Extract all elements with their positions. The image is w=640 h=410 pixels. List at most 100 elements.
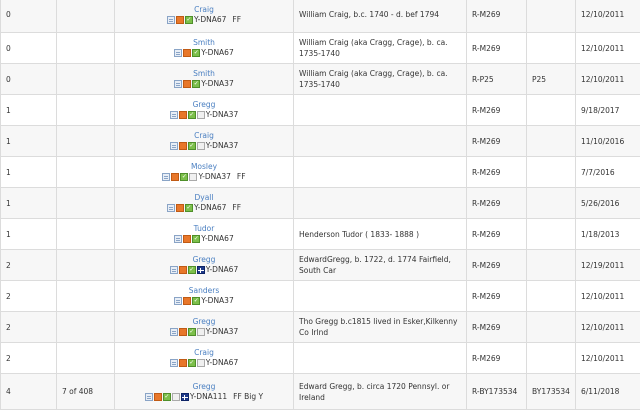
flag-icon[interactable] <box>197 266 205 274</box>
check-icon[interactable]: ✓ <box>188 111 196 119</box>
check-icon[interactable]: ✓ <box>185 16 193 24</box>
table-row: 2Craig✓Y-DNA67R-M26912/10/2011 <box>1 343 640 374</box>
tree-icon[interactable] <box>183 235 191 243</box>
test-type: Y-DNA67 <box>194 15 226 24</box>
surname-link[interactable]: Craig <box>117 348 291 358</box>
test-extras: FF <box>232 203 241 212</box>
terminal-snp-cell <box>527 0 576 33</box>
doc-icon[interactable] <box>145 393 153 401</box>
match-count-cell <box>57 0 115 33</box>
surname-link[interactable]: Gregg <box>117 255 291 265</box>
tree-icon[interactable] <box>179 328 187 336</box>
kit-icons: ✓ <box>145 393 189 401</box>
surname-link[interactable]: Gregg <box>117 382 291 392</box>
tree-icon[interactable] <box>179 266 187 274</box>
kit-cell: Sanders✓Y-DNA37 <box>115 281 294 312</box>
table-row: 2Gregg✓Y-DNA67EdwardGregg, b. 1722, d. 1… <box>1 250 640 281</box>
check-icon[interactable]: ✓ <box>192 297 200 305</box>
surname-link[interactable]: Smith <box>117 69 291 79</box>
tree-icon[interactable] <box>183 80 191 88</box>
tree-icon[interactable] <box>179 359 187 367</box>
genetic-distance-cell: 1 <box>1 188 57 219</box>
map-icon[interactable] <box>197 111 205 119</box>
flag-icon[interactable] <box>181 393 189 401</box>
kit-cell: Smith✓Y-DNA67 <box>115 33 294 64</box>
tree-icon[interactable] <box>176 204 184 212</box>
test-type: Y-DNA67 <box>201 48 233 57</box>
surname-link[interactable]: Tudor <box>117 224 291 234</box>
kit-cell: Craig✓Y-DNA37 <box>115 126 294 157</box>
check-icon[interactable]: ✓ <box>192 80 200 88</box>
terminal-snp-cell <box>527 343 576 374</box>
tree-icon[interactable] <box>154 393 162 401</box>
match-count-cell <box>57 188 115 219</box>
terminal-snp-cell <box>527 250 576 281</box>
kit-cell: Gregg✓Y-DNA37 <box>115 312 294 343</box>
doc-icon[interactable] <box>174 80 182 88</box>
tree-icon[interactable] <box>171 173 179 181</box>
check-icon[interactable]: ✓ <box>163 393 171 401</box>
ancestor-cell <box>294 188 467 219</box>
surname-link[interactable]: Craig <box>117 5 291 15</box>
table-row: 1Gregg✓Y-DNA37R-M2699/18/2017 <box>1 95 640 126</box>
surname-link[interactable]: Gregg <box>117 317 291 327</box>
doc-icon[interactable] <box>162 173 170 181</box>
map-icon[interactable] <box>172 393 180 401</box>
kit-cell: Tudor✓Y-DNA67 <box>115 219 294 250</box>
tree-icon[interactable] <box>183 297 191 305</box>
haplogroup-cell: R-M269 <box>467 219 527 250</box>
haplogroup-cell: R-M269 <box>467 250 527 281</box>
terminal-snp-cell: P25 <box>527 64 576 95</box>
table-row: 1Mosley✓Y-DNA37FFR-M2697/7/2016 <box>1 157 640 188</box>
doc-icon[interactable] <box>170 266 178 274</box>
surname-link[interactable]: Craig <box>117 131 291 141</box>
kit-cell: Craig✓Y-DNA67FF <box>115 0 294 33</box>
ancestor-cell: Edward Gregg, b. circa 1720 Pennsyl. or … <box>294 374 467 410</box>
matches-table-body: 0Craig✓Y-DNA67FFWilliam Craig, b.c. 1740… <box>1 0 640 410</box>
check-icon[interactable]: ✓ <box>185 204 193 212</box>
test-type: Y-DNA67 <box>201 234 233 243</box>
match-count-cell <box>57 95 115 126</box>
doc-icon[interactable] <box>167 16 175 24</box>
haplogroup-cell: R-P25 <box>467 64 527 95</box>
match-count-cell <box>57 250 115 281</box>
surname-link[interactable]: Gregg <box>117 100 291 110</box>
tree-icon[interactable] <box>179 111 187 119</box>
match-count-cell <box>57 126 115 157</box>
tree-icon[interactable] <box>179 142 187 150</box>
match-date-cell: 12/10/2011 <box>576 281 640 312</box>
map-icon[interactable] <box>197 328 205 336</box>
kit-icons: ✓ <box>170 266 205 274</box>
kit-cell: Craig✓Y-DNA67 <box>115 343 294 374</box>
check-icon[interactable]: ✓ <box>180 173 188 181</box>
genetic-distance-cell: 2 <box>1 250 57 281</box>
tree-icon[interactable] <box>176 16 184 24</box>
check-icon[interactable]: ✓ <box>188 328 196 336</box>
genetic-distance-cell: 1 <box>1 95 57 126</box>
check-icon[interactable]: ✓ <box>188 359 196 367</box>
surname-link[interactable]: Mosley <box>117 162 291 172</box>
check-icon[interactable]: ✓ <box>188 142 196 150</box>
genetic-distance-cell: 0 <box>1 64 57 95</box>
doc-icon[interactable] <box>174 297 182 305</box>
doc-icon[interactable] <box>174 235 182 243</box>
doc-icon[interactable] <box>167 204 175 212</box>
check-icon[interactable]: ✓ <box>188 266 196 274</box>
doc-icon[interactable] <box>170 142 178 150</box>
surname-link[interactable]: Smith <box>117 38 291 48</box>
check-icon[interactable]: ✓ <box>192 235 200 243</box>
map-icon[interactable] <box>189 173 197 181</box>
ancestor-cell: William Craig (aka Cragg, Crage), b. ca.… <box>294 33 467 64</box>
surname-link[interactable]: Sanders <box>117 286 291 296</box>
map-icon[interactable] <box>197 359 205 367</box>
doc-icon[interactable] <box>170 111 178 119</box>
map-icon[interactable] <box>197 142 205 150</box>
doc-icon[interactable] <box>170 359 178 367</box>
doc-icon[interactable] <box>170 328 178 336</box>
tree-icon[interactable] <box>183 49 191 57</box>
genetic-distance-cell: 4 <box>1 374 57 410</box>
match-count-cell <box>57 64 115 95</box>
doc-icon[interactable] <box>174 49 182 57</box>
surname-link[interactable]: Dyall <box>117 193 291 203</box>
check-icon[interactable]: ✓ <box>192 49 200 57</box>
